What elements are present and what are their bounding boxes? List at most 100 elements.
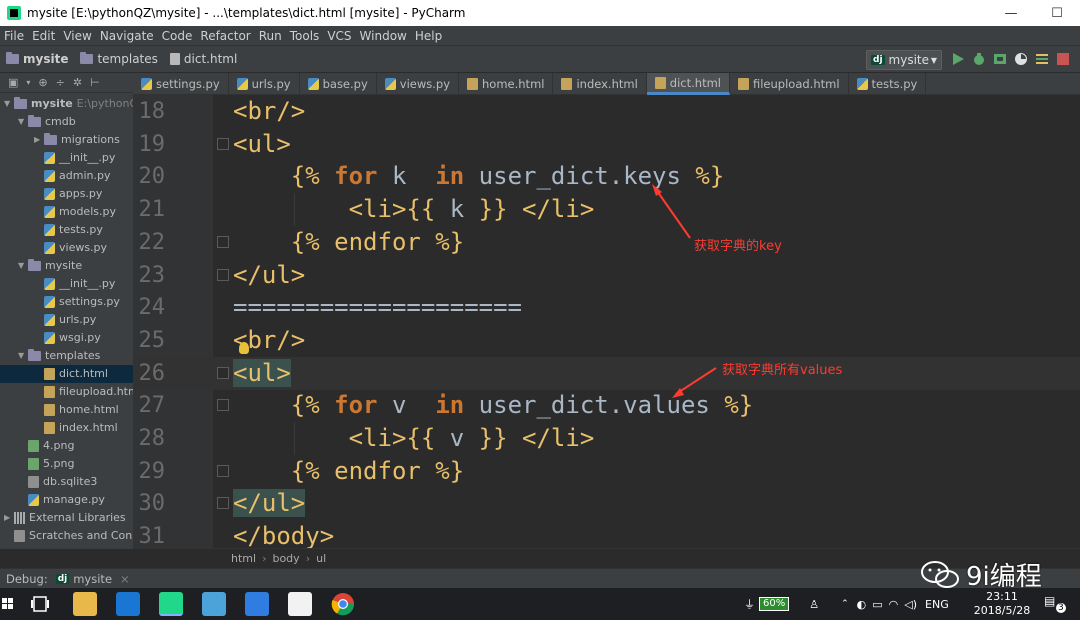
fold-marker-icon[interactable] bbox=[217, 235, 229, 248]
store-icon[interactable] bbox=[116, 592, 140, 616]
tab-base-py[interactable]: base.py bbox=[300, 73, 377, 95]
notes-icon[interactable] bbox=[245, 592, 269, 616]
tab-tests-py[interactable]: tests.py bbox=[849, 73, 927, 95]
menu-item-view[interactable]: View bbox=[63, 29, 91, 43]
fold-marker-icon[interactable] bbox=[217, 268, 229, 281]
menu-item-edit[interactable]: Edit bbox=[32, 29, 55, 43]
project-tree-item[interactable]: __init__.py bbox=[34, 149, 115, 167]
chrome-icon[interactable] bbox=[331, 592, 355, 616]
locate-icon[interactable]: ⊕ bbox=[38, 76, 47, 89]
people-icon[interactable]: ♙ bbox=[809, 598, 819, 611]
chevron-down-icon[interactable]: ▼ bbox=[18, 257, 28, 275]
project-tree-item[interactable]: manage.py bbox=[18, 491, 105, 509]
clock[interactable]: 23:11 2018/5/28 bbox=[972, 590, 1032, 618]
windows-start-icon[interactable] bbox=[2, 596, 14, 612]
fold-marker-icon[interactable] bbox=[217, 366, 229, 379]
language-indicator[interactable]: ENG bbox=[925, 598, 949, 611]
menu-item-tools[interactable]: Tools bbox=[290, 29, 320, 43]
concurrency-icon[interactable] bbox=[1035, 52, 1049, 66]
chevron-down-icon[interactable]: ▼ bbox=[18, 347, 28, 365]
menu-item-run[interactable]: Run bbox=[259, 29, 282, 43]
project-tree-item[interactable]: db.sqlite3 bbox=[18, 473, 97, 491]
fold-marker-icon[interactable] bbox=[217, 497, 229, 510]
project-tree-item[interactable]: admin.py bbox=[34, 167, 110, 185]
project-tree-item[interactable]: ▼ templates bbox=[18, 347, 100, 365]
project-tree-item[interactable]: apps.py bbox=[34, 185, 102, 203]
hide-icon[interactable]: ⊢ bbox=[90, 76, 100, 89]
fold-marker-icon[interactable] bbox=[217, 137, 229, 150]
run-icon[interactable] bbox=[951, 52, 965, 66]
menu-item-file[interactable]: File bbox=[4, 29, 24, 43]
run-configuration-select[interactable]: dj mysite ▼ bbox=[866, 50, 942, 70]
tab-urls-py[interactable]: urls.py bbox=[229, 73, 300, 95]
fold-marker-icon[interactable] bbox=[217, 464, 229, 477]
chevron-up-icon[interactable]: ⌃ bbox=[841, 599, 849, 609]
debug-icon[interactable] bbox=[972, 52, 986, 66]
stop-icon[interactable] bbox=[1056, 52, 1070, 66]
project-tree-item[interactable]: ▼ cmdb bbox=[18, 113, 76, 131]
project-tree-item[interactable]: fileupload.htm bbox=[34, 383, 133, 401]
breadcrumb-item[interactable]: html bbox=[231, 552, 256, 565]
tab-fileupload-html[interactable]: fileupload.html bbox=[730, 73, 849, 95]
profile-icon[interactable] bbox=[1014, 52, 1028, 66]
project-tree-item[interactable]: __init__.py bbox=[34, 275, 115, 293]
chevron-right-icon[interactable]: ▶ bbox=[4, 509, 14, 527]
chevron-right-icon[interactable]: ▶ bbox=[34, 131, 44, 149]
tab-index-html[interactable]: index.html bbox=[553, 73, 647, 95]
menu-item-navigate[interactable]: Navigate bbox=[100, 29, 154, 43]
file-explorer-icon[interactable] bbox=[73, 592, 97, 616]
project-tree-item[interactable]: settings.py bbox=[34, 293, 120, 311]
menu-item-refactor[interactable]: Refactor bbox=[200, 29, 250, 43]
project-tree-item[interactable]: 4.png bbox=[18, 437, 74, 455]
project-tree-item[interactable]: home.html bbox=[34, 401, 119, 419]
fold-marker-icon[interactable] bbox=[217, 399, 229, 412]
close-icon[interactable]: × bbox=[120, 572, 130, 586]
action-center-icon[interactable]: ▤ 3 bbox=[1044, 594, 1066, 614]
project-tree-item[interactable]: urls.py bbox=[34, 311, 96, 329]
weibo-icon[interactable]: ◐ bbox=[857, 598, 867, 611]
project-tree-item[interactable]: wsgi.py bbox=[34, 329, 101, 347]
lightbulb-icon[interactable] bbox=[239, 342, 249, 354]
wifi-icon[interactable]: ◠ bbox=[889, 598, 899, 611]
collapse-icon[interactable]: ÷ bbox=[56, 76, 65, 89]
battery-indicator[interactable]: 60% bbox=[759, 597, 790, 611]
project-tree-item[interactable]: Scratches and Conso bbox=[4, 527, 133, 545]
project-tree-item[interactable]: views.py bbox=[34, 239, 107, 257]
project-tree-item[interactable]: ▶ migrations bbox=[34, 131, 120, 149]
project-tree-item[interactable]: ▼ mysite bbox=[18, 257, 82, 275]
tab-home-html[interactable]: home.html bbox=[459, 73, 554, 95]
battery-icon[interactable]: ▭ bbox=[872, 598, 882, 611]
chevron-down-icon[interactable]: ▾ bbox=[26, 78, 30, 87]
gear-icon[interactable]: ✲ bbox=[73, 76, 82, 89]
code-editor[interactable]: 18 <br/> 19 <ul> 20 {% for k in user_dict.key… bbox=[133, 95, 1080, 548]
menu-item-help[interactable]: Help bbox=[415, 29, 442, 43]
power-plug-icon[interactable]: ⏚ bbox=[744, 596, 755, 612]
project-tree-item[interactable]: 5.png bbox=[18, 455, 74, 473]
project-tree-item[interactable]: dict.html bbox=[0, 365, 133, 383]
breadcrumb-item[interactable]: ul bbox=[316, 552, 326, 565]
menu-item-window[interactable]: Window bbox=[360, 29, 407, 43]
nav-crumb-folder[interactable]: templates bbox=[80, 52, 158, 66]
project-view-icon[interactable]: ▣ bbox=[8, 76, 18, 89]
coverage-icon[interactable] bbox=[993, 52, 1007, 66]
app-icon[interactable] bbox=[202, 592, 226, 616]
project-tree-item[interactable]: tests.py bbox=[34, 221, 103, 239]
project-tree-item[interactable]: ▼ mysiteE:\pythonQZ bbox=[4, 95, 133, 113]
chevron-down-icon[interactable]: ▼ bbox=[4, 95, 14, 113]
maximize-button[interactable]: ☐ bbox=[1034, 0, 1080, 26]
video-icon[interactable] bbox=[288, 592, 312, 616]
menu-item-vcs[interactable]: VCS bbox=[327, 29, 351, 43]
pycharm-taskbar-icon[interactable] bbox=[159, 592, 183, 616]
chevron-down-icon[interactable]: ▼ bbox=[18, 113, 28, 131]
minimize-button[interactable]: — bbox=[988, 0, 1034, 26]
breadcrumb-item[interactable]: body bbox=[272, 552, 299, 565]
debug-config-tab[interactable]: mysite bbox=[73, 572, 112, 586]
tab-views-py[interactable]: views.py bbox=[377, 73, 460, 95]
project-tree-item[interactable]: index.html bbox=[34, 419, 118, 437]
menu-item-code[interactable]: Code bbox=[162, 29, 193, 43]
project-tree-item[interactable]: models.py bbox=[34, 203, 116, 221]
tab-settings-py[interactable]: settings.py bbox=[133, 73, 229, 95]
nav-crumb-project[interactable]: mysite bbox=[6, 52, 68, 66]
volume-icon[interactable]: ◁) bbox=[904, 598, 917, 611]
nav-crumb-file[interactable]: dict.html bbox=[169, 52, 237, 66]
